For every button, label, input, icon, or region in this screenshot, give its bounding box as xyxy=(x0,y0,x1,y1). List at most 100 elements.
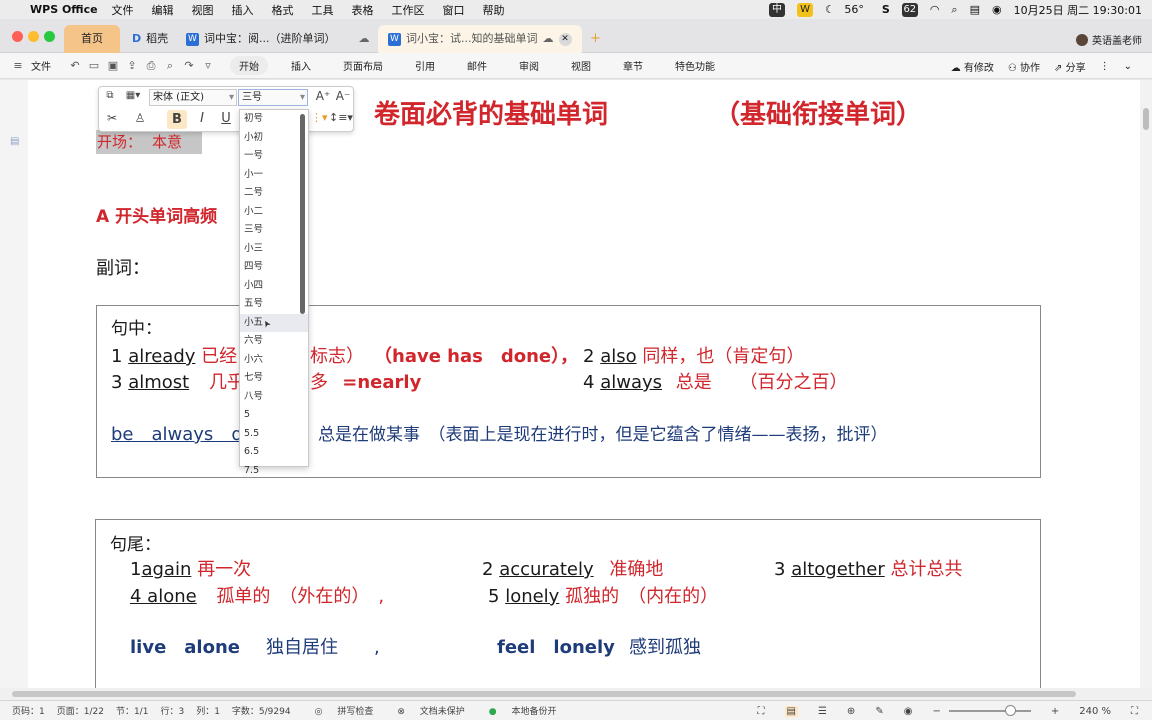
close-window-button[interactable] xyxy=(12,31,23,42)
underline-button[interactable]: U xyxy=(219,111,233,126)
font-size-option[interactable]: 5 xyxy=(240,406,308,425)
print-icon[interactable]: ⎙ xyxy=(145,59,157,73)
tab-special[interactable]: 特色功能 xyxy=(666,56,724,75)
font-size-option[interactable]: 5.5 xyxy=(240,425,308,444)
battery-icon[interactable]: 62 xyxy=(901,2,918,17)
font-size-option[interactable]: 三号 xyxy=(240,221,308,240)
menu-file[interactable]: 文件 xyxy=(112,2,134,18)
font-size-option[interactable]: 小一 xyxy=(240,166,308,185)
font-size-option[interactable]: 五号 xyxy=(240,295,308,314)
weather-icon[interactable]: ☾ 56° xyxy=(825,3,870,16)
hamburger-icon[interactable]: ≡ xyxy=(12,59,24,72)
s-icon[interactable]: S xyxy=(882,3,890,16)
outline-view-icon[interactable]: ☰ xyxy=(818,706,827,717)
status-pages[interactable]: 页面：1/22 xyxy=(57,704,104,717)
spell-check-button[interactable]: ◎ 拼写检查 xyxy=(303,704,374,717)
file-menu[interactable]: 文件 xyxy=(31,58,51,73)
tab-reference[interactable]: 引用 xyxy=(406,56,444,75)
shrink-font-button[interactable]: A⁻ xyxy=(335,89,351,103)
share-button[interactable]: ⇗ 分享 xyxy=(1054,59,1086,74)
document-page[interactable]: 卷面必背的基础单词 （基础衔接单词） 开场： 本意 A 开头单词高频 副词： 句中… xyxy=(28,80,1140,688)
user-account[interactable]: 英语盖老师 xyxy=(1076,32,1142,47)
open-icon[interactable]: ▭ xyxy=(88,59,100,72)
bold-button[interactable]: B xyxy=(167,110,187,129)
menu-workspace[interactable]: 工作区 xyxy=(392,2,425,18)
control-center-icon[interactable]: ▤ xyxy=(970,3,980,16)
format-painter-icon[interactable]: ♙ xyxy=(133,111,147,125)
menu-tools[interactable]: 工具 xyxy=(312,2,334,18)
font-size-option[interactable]: 小二 xyxy=(240,203,308,222)
close-tab-icon[interactable]: ✕ xyxy=(558,32,572,46)
zoom-level[interactable]: 240 % xyxy=(1079,706,1111,717)
siri-icon[interactable]: ◉ xyxy=(992,3,1002,16)
wps-status-icon[interactable]: W xyxy=(797,2,814,17)
line-spacing-icon[interactable]: ↕≡▾ xyxy=(329,111,353,124)
input-method-icon[interactable]: 中 xyxy=(769,2,786,17)
spotlight-icon[interactable]: ⌕ xyxy=(951,3,957,17)
export-icon[interactable]: ⇪ xyxy=(126,59,138,72)
zoom-slider-knob[interactable] xyxy=(1005,705,1017,716)
zoom-in-button[interactable]: + xyxy=(1051,706,1059,717)
dropdown-scrollbar[interactable] xyxy=(300,114,305,314)
tab-doc1[interactable]: W 词中宝：阅...（进阶单词） ☁ xyxy=(176,25,380,53)
font-size-option[interactable]: 小三 xyxy=(240,240,308,259)
doc-protect-button[interactable]: ⊗ 文档未保护 xyxy=(385,704,464,717)
cut-icon[interactable]: ✂ xyxy=(105,111,119,125)
font-size-select[interactable]: 三号 ▾ xyxy=(238,89,308,106)
menu-edit[interactable]: 编辑 xyxy=(152,2,174,18)
status-page-number[interactable]: 页码：1 xyxy=(12,704,45,717)
scrollbar-thumb[interactable] xyxy=(12,691,1076,697)
save-icon[interactable]: ▣ xyxy=(107,59,119,72)
tab-chapter[interactable]: 章节 xyxy=(614,56,652,75)
nav-pane-icon[interactable]: ▤ xyxy=(10,136,19,147)
menu-insert[interactable]: 插入 xyxy=(232,2,254,18)
font-size-option[interactable]: 二号 xyxy=(240,184,308,203)
font-size-option[interactable]: 一号 xyxy=(240,147,308,166)
paste-icon[interactable]: ▦▾ xyxy=(123,90,143,101)
vertical-scrollbar[interactable] xyxy=(1140,80,1152,688)
redo-icon[interactable]: ↷ xyxy=(183,59,195,72)
tab-daoke[interactable]: D 稻壳 xyxy=(122,25,178,53)
write-view-icon[interactable]: ✎ xyxy=(875,706,883,717)
modified-button[interactable]: ☁ 有修改 xyxy=(951,59,994,74)
font-size-option[interactable]: 四号 xyxy=(240,258,308,277)
tab-page-layout[interactable]: 页面布局 xyxy=(334,56,392,75)
font-size-option[interactable]: 小四 xyxy=(240,277,308,296)
zoom-out-button[interactable]: − xyxy=(932,706,940,717)
undo-icon[interactable]: ↶ xyxy=(69,59,81,72)
collapse-ribbon-icon[interactable]: ⌄ xyxy=(1124,61,1132,72)
font-size-option[interactable]: 小初 xyxy=(240,129,308,148)
grow-font-button[interactable]: A⁺ xyxy=(315,89,331,103)
font-size-option[interactable]: 6.5 xyxy=(240,443,308,462)
italic-button[interactable]: I xyxy=(195,111,209,126)
zoom-slider[interactable] xyxy=(948,705,1031,716)
zoom-window-button[interactable] xyxy=(44,31,55,42)
font-size-option[interactable]: 六号 xyxy=(240,332,308,351)
app-menu[interactable]: WPS Office xyxy=(30,3,98,16)
menu-table[interactable]: 表格 xyxy=(352,2,374,18)
scrollbar-thumb[interactable] xyxy=(1143,108,1149,130)
more-icon[interactable]: ▿ xyxy=(202,59,214,72)
font-size-option[interactable]: 小六 xyxy=(240,351,308,370)
font-size-option[interactable]: 七号 xyxy=(240,369,308,388)
fullscreen-icon[interactable]: ⛶ xyxy=(758,706,765,717)
menu-view[interactable]: 视图 xyxy=(192,2,214,18)
collab-button[interactable]: ⚇ 协作 xyxy=(1008,59,1040,74)
eye-protect-icon[interactable]: ◉ xyxy=(904,706,913,717)
preview-icon[interactable]: ⌕ xyxy=(164,59,176,73)
copy-format-icon[interactable]: ⧉ xyxy=(103,90,117,101)
tab-review[interactable]: 审阅 xyxy=(510,56,548,75)
web-view-icon[interactable]: ⊕ xyxy=(847,706,855,717)
menu-help[interactable]: 帮助 xyxy=(483,2,505,18)
menu-format[interactable]: 格式 xyxy=(272,2,294,18)
tab-doc2[interactable]: W 词小宝：试...知的基础单词 ☁ ✕ xyxy=(378,25,582,53)
new-tab-button[interactable]: + xyxy=(580,25,611,53)
status-words[interactable]: 字数：5/9294 xyxy=(232,704,291,717)
font-size-option[interactable]: 小五➤ xyxy=(240,313,308,332)
tab-view[interactable]: 视图 xyxy=(562,56,600,75)
font-size-option[interactable]: 7.5 xyxy=(240,462,308,481)
minimize-window-button[interactable] xyxy=(28,31,39,42)
backup-button[interactable]: ● 本地备份开 xyxy=(477,704,557,717)
font-size-option[interactable]: 八号 xyxy=(240,388,308,407)
font-name-select[interactable]: 宋体 (正文) ▾ xyxy=(149,89,237,106)
